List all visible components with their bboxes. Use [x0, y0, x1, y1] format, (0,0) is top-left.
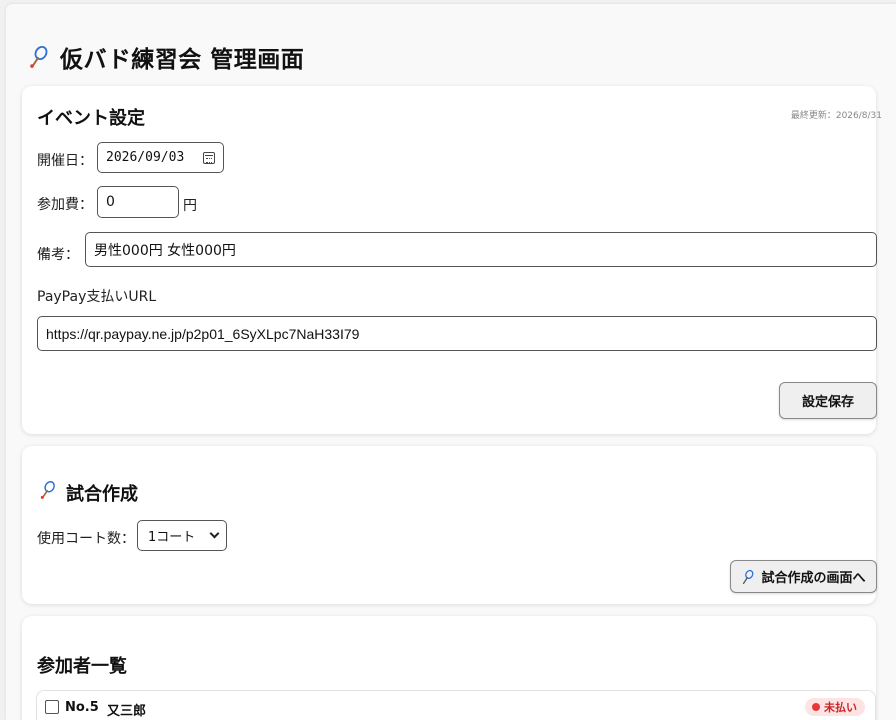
badminton-racket-icon	[741, 569, 755, 585]
chevron-down-icon	[209, 528, 220, 539]
page-title: 仮バド練習会 管理画面	[60, 47, 305, 73]
paypay-url-value: https://qr.paypay.ne.jp/p2p01_6SyXLpc7Na…	[46, 325, 360, 342]
match-creation-title: 試合作成	[66, 484, 138, 505]
badminton-racket-icon	[39, 480, 57, 500]
courts-selected-value: 1コート	[148, 530, 196, 545]
date-label: 開催日：	[37, 153, 93, 169]
last-updated-text: 最終更新：2026/8/31	[790, 111, 882, 121]
participants-title: 参加者一覧	[37, 656, 127, 677]
paypay-url-label: PayPay支払いURL	[37, 289, 157, 305]
courts-select[interactable]: 1コート	[137, 520, 227, 551]
unpaid-dot-icon	[812, 703, 820, 711]
date-value: 2026/09/03	[106, 150, 185, 165]
date-input[interactable]: 2026/09/03	[97, 142, 224, 173]
participants-card: 参加者一覧 No.5 又三郎 未払い	[22, 616, 876, 720]
go-to-match-creation-label: 試合作成の画面へ	[761, 571, 866, 586]
event-settings-card: イベント設定 最終更新：2026/8/31 開催日： 2026/09/03 参加…	[22, 86, 882, 434]
fee-input[interactable]: 0	[97, 186, 179, 218]
participant-checkbox[interactable]	[45, 700, 59, 714]
fee-label: 参加費：	[37, 197, 93, 213]
badminton-racket-icon	[28, 45, 50, 69]
paypay-url-input[interactable]: https://qr.paypay.ne.jp/p2p01_6SyXLpc7Na…	[37, 316, 877, 351]
note-label: 備考：	[37, 247, 79, 263]
fee-unit: 円	[183, 198, 197, 214]
payment-status-badge: 未払い	[805, 698, 865, 716]
participant-name: 又三郎	[107, 704, 147, 719]
participant-row: No.5 又三郎 未払い	[36, 690, 876, 720]
note-input[interactable]: 男性000円 女性000円	[85, 232, 877, 267]
participant-number: No.5	[65, 700, 99, 715]
courts-label: 使用コート数：	[37, 531, 135, 547]
payment-status-text: 未払い	[824, 701, 857, 714]
go-to-match-creation-button[interactable]: 試合作成の画面へ	[730, 560, 877, 593]
calendar-icon[interactable]	[203, 151, 215, 164]
event-settings-title: イベント設定	[37, 108, 145, 129]
save-settings-label: 設定保存	[801, 395, 854, 410]
fee-value: 0	[106, 194, 115, 210]
save-settings-button[interactable]: 設定保存	[779, 382, 877, 419]
match-creation-card: 試合作成 使用コート数： 1コート 試合作成の画面へ	[22, 446, 877, 604]
page-container: 仮バド練習会 管理画面 イベント設定 最終更新：2026/8/31 開催日： 2…	[6, 4, 896, 720]
note-value: 男性000円 女性000円	[94, 242, 236, 259]
page-header: 仮バド練習会 管理画面	[28, 40, 304, 74]
